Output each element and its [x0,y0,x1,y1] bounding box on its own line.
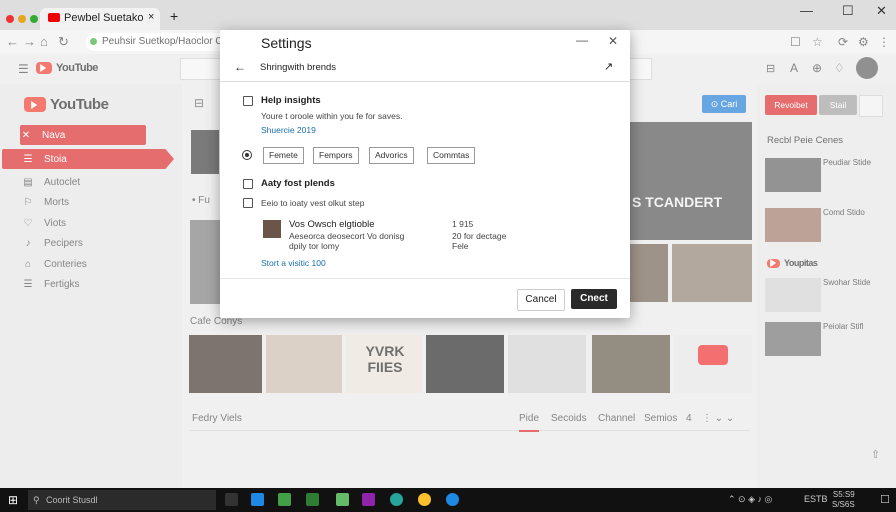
tab-title: Pewbel Suetako [64,12,144,24]
headset-icon[interactable] [225,493,238,506]
browser-app-icon[interactable] [390,493,403,506]
dialog-nav-bar: ← Shringwith brends ↗ [220,55,630,82]
item-meta: 1 915 [452,219,474,229]
radio-button[interactable] [242,150,252,160]
maximize-button[interactable]: ☐ [842,3,854,19]
confirm-button[interactable]: Cnect [571,289,617,309]
edge-app-icon[interactable] [446,493,459,506]
item-avatar [263,220,281,238]
media-app-icon[interactable] [362,493,375,506]
option-checkbox[interactable] [243,198,253,208]
expand-icon[interactable]: ↗ [604,60,613,73]
chip-advorics[interactable]: Advorics [369,147,414,164]
notification-center-icon[interactable]: ☐ [880,493,890,506]
tray-label: ESTB [804,494,828,504]
back-arrow-icon[interactable]: ← [234,60,246,74]
option-checkbox[interactable] [243,179,253,189]
mail-app-icon[interactable] [251,493,264,506]
option-description: Eeio to ioaty vest olkut step [261,198,365,208]
new-tab-button[interactable]: + [170,8,178,24]
window-close-button[interactable]: ✕ [876,3,887,19]
chip-commtas[interactable]: Commtas [427,147,476,164]
taskbar-search-input[interactable]: ⚲ Coorit Stusdl [28,490,216,510]
item-description: Aeseorca deosecort Vo donisg [289,231,405,241]
window-minimize-dot[interactable] [18,15,26,23]
item-description: dpily tor lomy [289,241,340,251]
minimize-button[interactable]: — [800,3,813,18]
tab-close-icon[interactable]: × [148,11,154,23]
browser-tab[interactable]: Pewbel Suetako × [40,8,160,30]
settings-dialog: Settings — ✕ ← Shringwith brends ↗ Help … [220,30,630,318]
item-meta: Fele [452,241,469,251]
chip-fempors[interactable]: Fempors [313,147,359,164]
youtube-favicon-icon [48,13,60,22]
dialog-subtitle: Shringwith brends [260,62,337,73]
document-app-icon[interactable] [306,493,319,506]
browser-tab-bar: Pewbel Suetako × + — ☐ ✕ [0,0,896,30]
window-close-dot[interactable] [6,15,14,23]
clock[interactable]: S5:S9 S/S6S [832,490,855,510]
chrome-app-icon[interactable] [418,493,431,506]
cancel-button[interactable]: Cancel [517,289,565,311]
option-title: Aaty fost plends [261,178,335,189]
chip-femete[interactable]: Femete [263,147,304,164]
option-description: Youre t oroole within you fe for saves. [261,111,403,121]
option-link[interactable]: Shuercie 2019 [261,125,316,135]
help-insights-checkbox[interactable] [243,96,253,106]
divider [220,278,630,279]
dialog-title: Settings [261,35,312,51]
search-icon: ⚲ [33,495,40,505]
android-app-icon[interactable] [336,493,349,506]
window-zoom-dot[interactable] [30,15,38,23]
minimize-icon[interactable]: — [576,33,588,47]
taskbar: ⊞ ⚲ Coorit Stusdl ⌃ ⊙ ◈ ♪ ◎ ESTB S5:S9 S… [0,488,896,512]
option-title: Help insights [261,95,321,106]
close-icon[interactable]: ✕ [608,34,618,48]
item-title: Vos Owsch elgtioble [289,219,375,230]
item-meta: 20 for dectage [452,231,507,241]
start-visit-link[interactable]: Stort a visitic 100 [261,258,326,268]
files-app-icon[interactable] [278,493,291,506]
system-tray-icons[interactable]: ⌃ ⊙ ◈ ♪ ◎ [728,494,772,505]
start-icon[interactable]: ⊞ [8,493,18,507]
